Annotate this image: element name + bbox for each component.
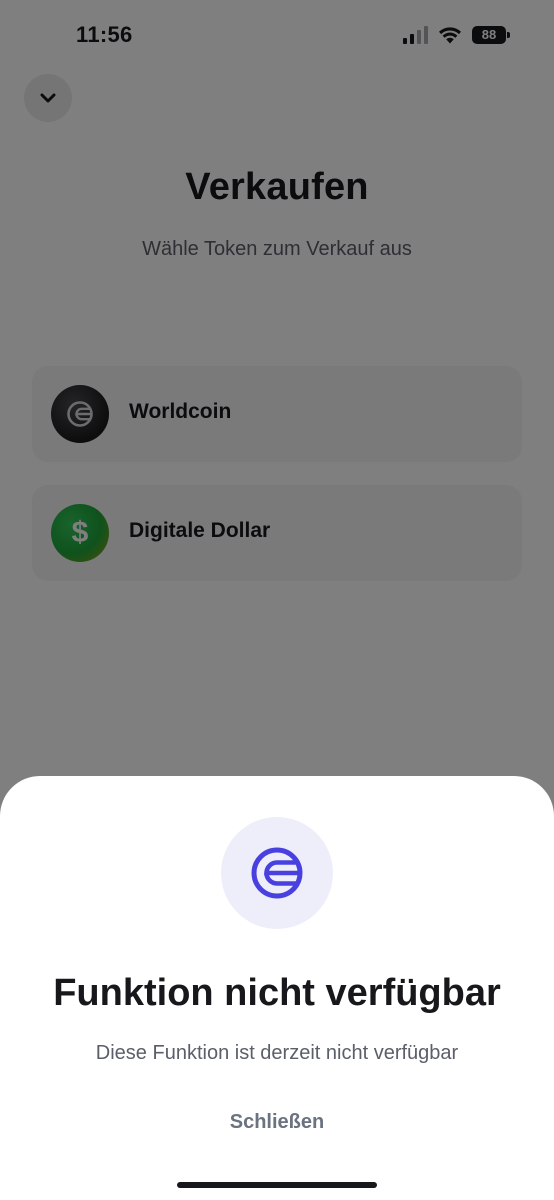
sheet-message: Diese Funktion ist derzeit nicht verfügb…: [95, 1042, 459, 1064]
close-button[interactable]: Schließen: [177, 1102, 377, 1142]
worldcoin-icon: [221, 817, 333, 929]
home-indicator: [177, 1182, 377, 1188]
sheet-title: Funktion nicht verfügbar: [53, 972, 501, 1014]
unavailable-bottom-sheet: Funktion nicht verfügbar Diese Funktion …: [0, 776, 554, 1200]
